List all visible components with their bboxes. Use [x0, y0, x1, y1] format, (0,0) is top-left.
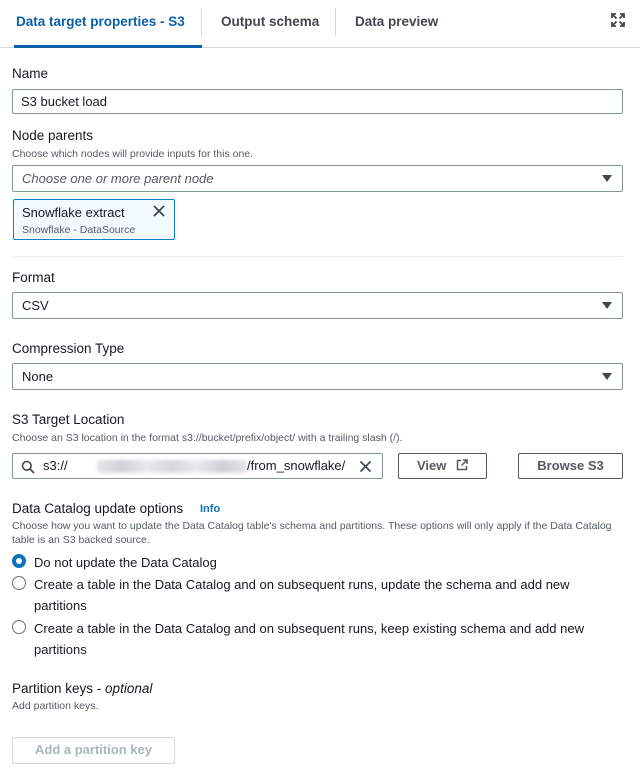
format-value: CSV [22, 298, 49, 313]
compression-value: None [22, 369, 54, 384]
name-label: Name [12, 66, 49, 81]
token-title: Snowflake extract [22, 205, 125, 220]
tab-divider [335, 8, 336, 36]
view-button-label: View [416, 458, 447, 473]
expand-icon[interactable] [610, 12, 626, 28]
browse-s3-button[interactable]: Browse S3 [518, 453, 623, 479]
caret-down-icon [602, 373, 612, 380]
compression-label: Compression Type [12, 341, 125, 356]
view-button[interactable]: View [398, 453, 487, 479]
radio-button[interactable] [12, 620, 26, 634]
tab-data-target-properties[interactable]: Data target properties - S3 [14, 0, 202, 48]
partition-keys-title: Partition keys [12, 681, 94, 696]
partition-keys-description: Add partition keys. [12, 700, 99, 712]
s3-path-input[interactable]: s3:// /from_snowflake/ [12, 453, 383, 479]
node-parents-description: Choose which nodes will provide inputs f… [12, 148, 254, 160]
partition-keys-label: Partition keys - optional [12, 681, 153, 696]
close-icon[interactable] [152, 204, 166, 218]
catalog-description: Choose how you want to update the Data C… [12, 520, 612, 546]
s3-path-prefix: s3:// [43, 458, 68, 473]
name-input[interactable]: S3 bucket load [12, 89, 623, 114]
s3-target-description: Choose an S3 location in the format s3:/… [12, 432, 403, 444]
search-icon [21, 460, 35, 474]
tab-bar: Data target properties - S3 Output schem… [0, 0, 640, 48]
add-partition-key-button[interactable]: Add a partition key [12, 737, 175, 764]
caret-down-icon [602, 175, 612, 182]
caret-down-icon [602, 302, 612, 309]
s3-path-suffix: /from_snowflake/ [247, 458, 346, 473]
radio-label: Do not update the Data Catalog [34, 555, 217, 570]
tab-data-preview[interactable]: Data preview [355, 0, 438, 48]
radio-label: Create a table in the Data Catalog and o… [34, 621, 584, 657]
token-subtitle: Snowflake - DataSource [22, 224, 136, 236]
node-parents-placeholder: Choose one or more parent node [22, 171, 214, 186]
format-select[interactable]: CSV [12, 292, 623, 319]
s3-target-label: S3 Target Location [12, 412, 125, 427]
catalog-label: Data Catalog update options [12, 501, 184, 516]
tab-output-schema[interactable]: Output schema [221, 0, 319, 48]
redacted-bucket-name [97, 460, 247, 473]
external-link-icon [456, 459, 468, 471]
compression-select[interactable]: None [12, 363, 623, 390]
radio-label: Create a table in the Data Catalog and o… [34, 577, 570, 613]
node-parents-select[interactable]: Choose one or more parent node [12, 165, 623, 192]
node-parents-label: Node parents [12, 128, 94, 143]
format-label: Format [12, 270, 55, 285]
partition-optional-tag: optional [105, 681, 153, 696]
section-divider [12, 256, 623, 257]
parent-node-token: Snowflake extract Snowflake - DataSource [13, 199, 175, 240]
radio-button[interactable] [12, 554, 26, 568]
catalog-info-link[interactable]: Info [200, 503, 220, 515]
clear-icon[interactable] [359, 460, 372, 473]
radio-button[interactable] [12, 576, 26, 590]
tab-divider [201, 8, 202, 36]
